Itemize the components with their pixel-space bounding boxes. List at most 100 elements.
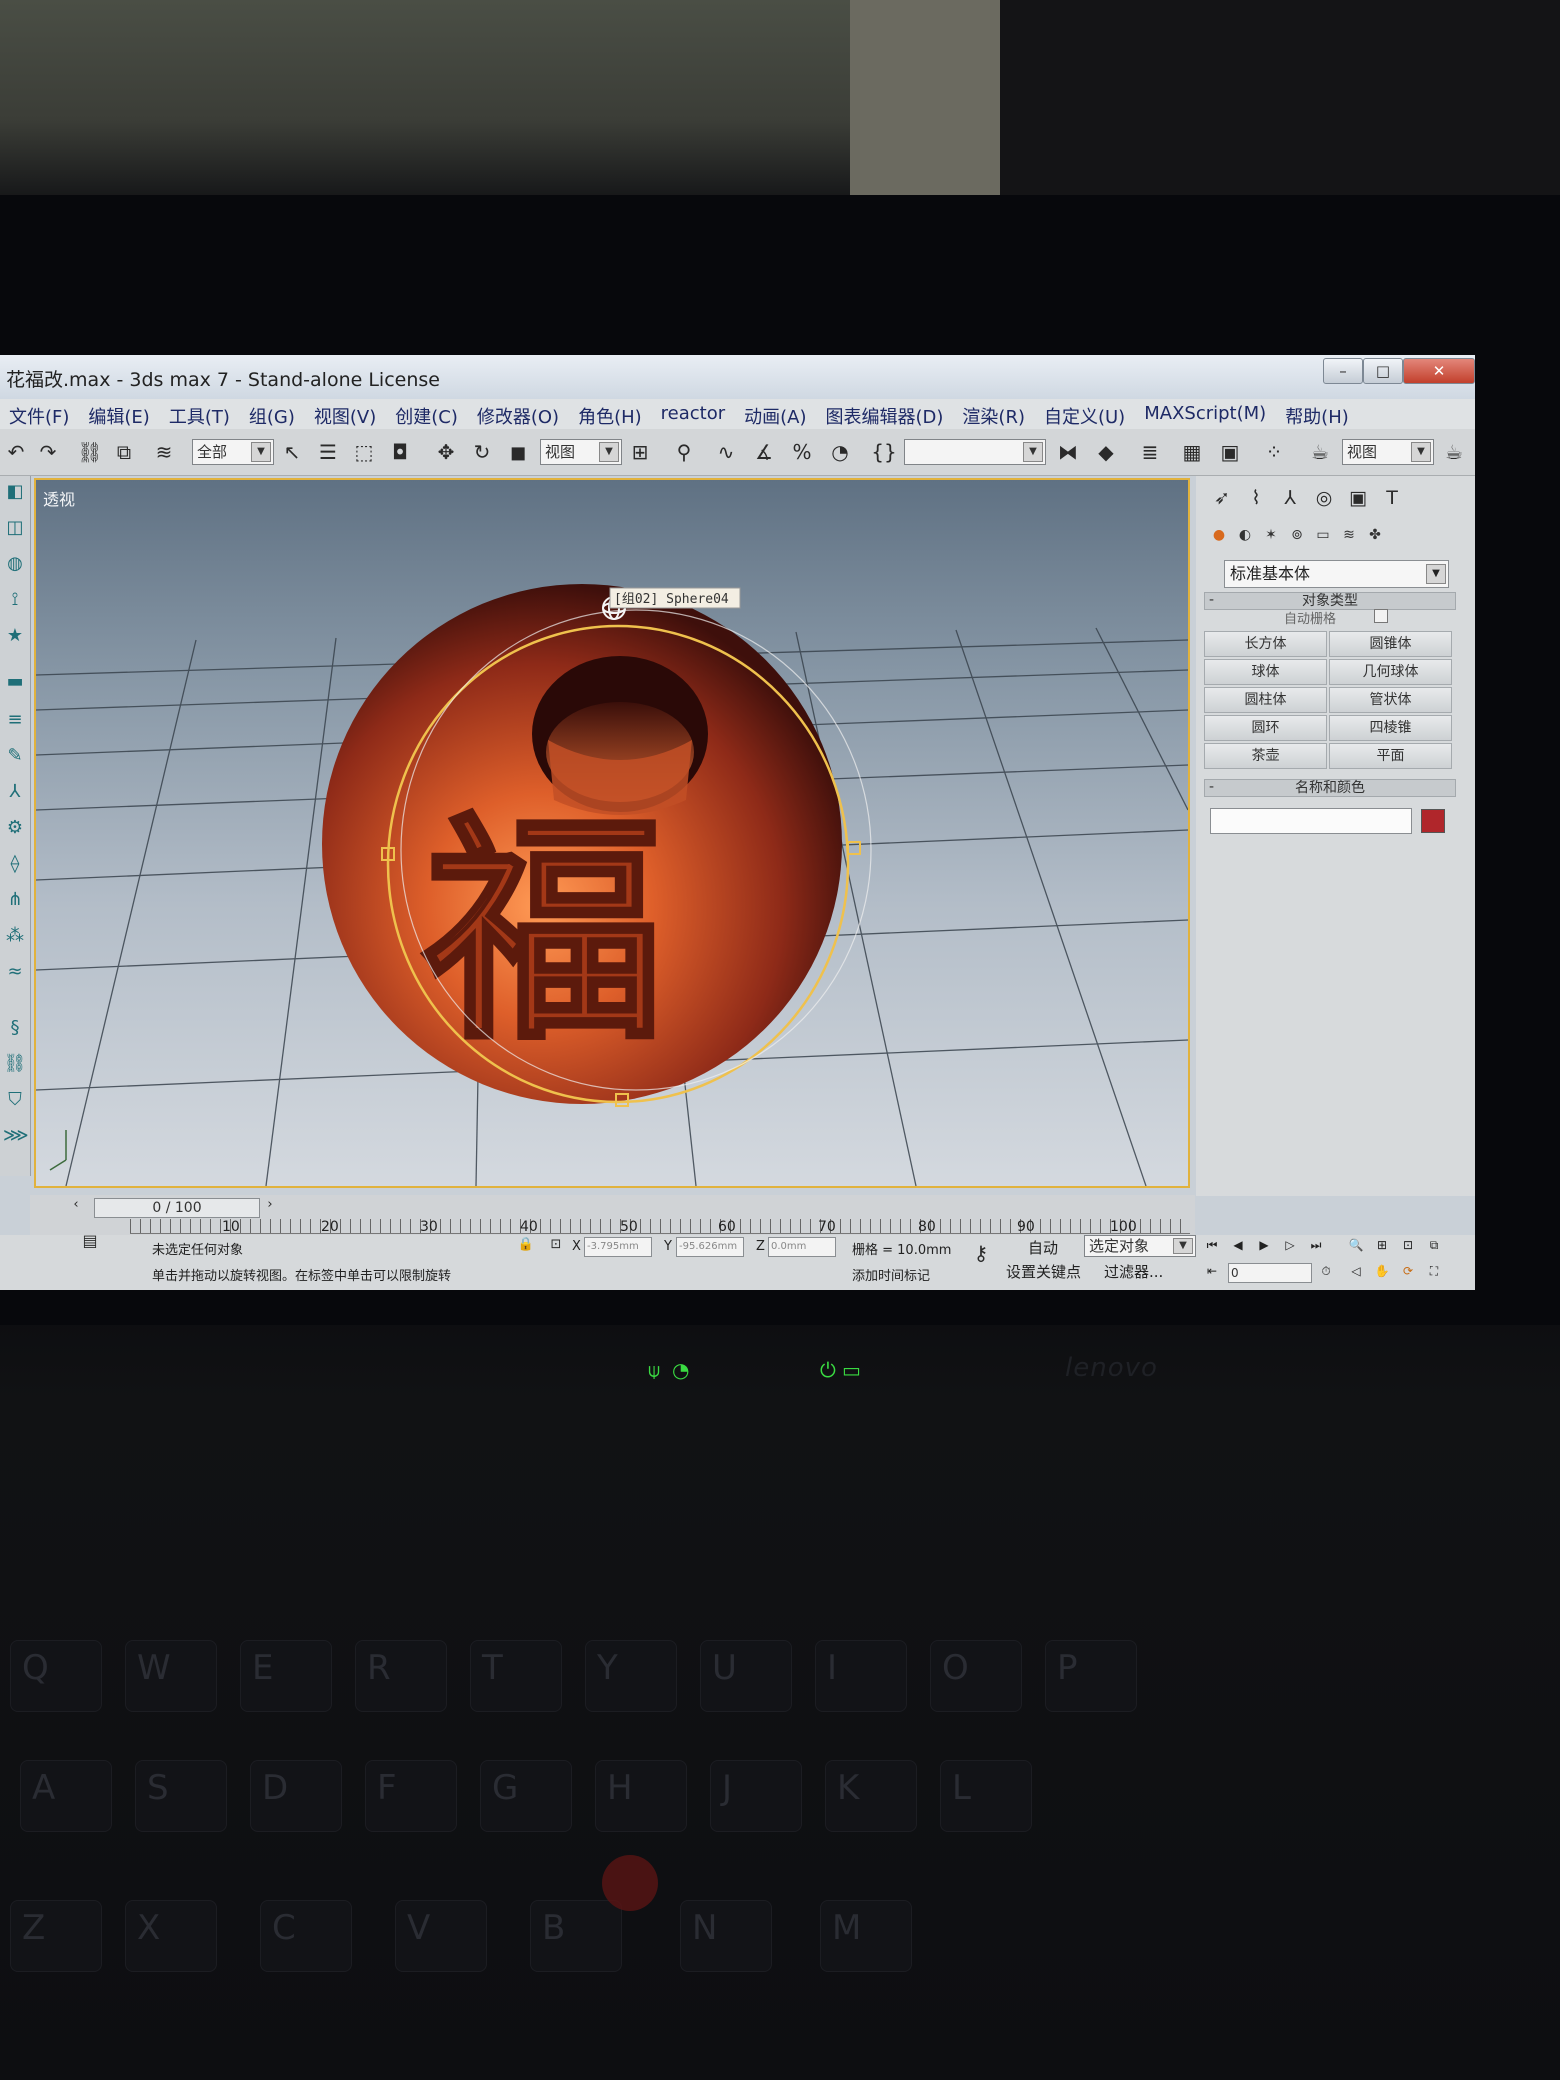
reference-coordinate-dropdown[interactable]: 视图 ▼ <box>540 439 622 465</box>
add-time-tag[interactable]: 添加时间标记 <box>852 1265 930 1284</box>
perspective-viewport[interactable]: 透视 福 [组02] Sphere04 <box>34 478 1190 1188</box>
cylinder-button[interactable]: 圆柱体 <box>1204 687 1327 713</box>
bone-icon[interactable]: ⟠ <box>3 852 27 876</box>
geometry-icon[interactable]: ● <box>1208 524 1230 546</box>
bind-space-warp-icon[interactable]: ≋ <box>150 438 178 466</box>
auto-key-button[interactable]: 自动 <box>1028 1237 1058 1258</box>
menu-graph-editors[interactable]: 图表编辑器(D) <box>817 399 954 429</box>
torus-button[interactable]: 圆环 <box>1204 715 1327 741</box>
set-key-button[interactable]: 设置关键点 <box>1006 1261 1081 1282</box>
align-icon[interactable]: ◆ <box>1092 438 1120 466</box>
display-tab-icon[interactable]: ▣ <box>1344 484 1372 512</box>
cameras-icon[interactable]: ⊚ <box>1286 524 1308 546</box>
time-slider[interactable]: 0 / 100 <box>94 1198 260 1218</box>
layer-manager-icon[interactable]: ≣ <box>1136 438 1164 466</box>
bucket-icon[interactable]: ⛉ <box>3 1088 27 1112</box>
render-view-dropdown[interactable]: 视图 ▼ <box>1342 439 1434 465</box>
sphere-button[interactable]: 球体 <box>1204 659 1327 685</box>
edit-named-selection-icon[interactable]: {} <box>870 438 898 466</box>
select-object-icon[interactable]: ↖ <box>278 438 306 466</box>
pivot-center-icon[interactable]: ⊞ <box>626 438 654 466</box>
next-frame-icon[interactable]: ▷ <box>1280 1235 1300 1255</box>
undo-icon[interactable]: ↶ <box>2 438 30 466</box>
modify-tab-icon[interactable]: ⌇ <box>1242 484 1270 512</box>
quick-render-icon[interactable]: ☕ <box>1440 438 1468 466</box>
manipulate-icon[interactable]: ⚲ <box>670 438 698 466</box>
menu-modifiers[interactable]: 修改器(O) <box>468 399 569 429</box>
maximize-viewport-icon[interactable]: ⛶ <box>1424 1261 1444 1281</box>
unlink-icon[interactable]: ⧉ <box>110 438 138 466</box>
move-icon[interactable]: ✥ <box>432 438 460 466</box>
menu-tools[interactable]: 工具(T) <box>160 399 240 429</box>
menu-reactor[interactable]: reactor <box>652 399 735 429</box>
space-warps-icon[interactable]: ≋ <box>1338 524 1360 546</box>
selection-filter-dropdown[interactable]: 全部 ▼ <box>192 439 274 465</box>
hierarchy-tab-icon[interactable]: ⅄ <box>1276 484 1304 512</box>
light-icon[interactable]: ⟟ <box>3 588 27 612</box>
slider-left-arrow-icon[interactable]: ‹ <box>66 1195 86 1215</box>
window-crossing-icon[interactable]: ◘ <box>386 438 414 466</box>
shapes-icon[interactable]: ◐ <box>1234 524 1256 546</box>
helpers-icon[interactable]: ▭ <box>1312 524 1334 546</box>
pencil-icon[interactable]: ✎ <box>3 744 27 768</box>
motion-tab-icon[interactable]: ◎ <box>1310 484 1338 512</box>
schematic-view-icon[interactable]: ▣ <box>1216 438 1244 466</box>
select-and-link-icon[interactable]: ⛓ <box>76 438 104 466</box>
menu-group[interactable]: 组(G) <box>240 399 305 429</box>
tripod-icon[interactable]: ⋔ <box>3 888 27 912</box>
plane-button[interactable]: 平面 <box>1329 743 1452 769</box>
zoom-extents-all-icon[interactable]: ⧉ <box>1424 1235 1444 1255</box>
chain-icon[interactable]: ⛓ <box>3 1052 27 1076</box>
gear-icon[interactable]: ⚙ <box>3 816 27 840</box>
lock-icon[interactable]: 🔒 <box>516 1235 536 1255</box>
menu-help[interactable]: 帮助(H) <box>1276 399 1359 429</box>
play-icon[interactable]: ▶ <box>1254 1235 1274 1255</box>
menu-maxscript[interactable]: MAXScript(M) <box>1135 399 1276 429</box>
rectangular-selection-icon[interactable]: ⬚ <box>350 438 378 466</box>
field-of-view-icon[interactable]: ◁ <box>1346 1261 1366 1281</box>
box-button[interactable]: 长方体 <box>1204 631 1327 657</box>
close-button[interactable]: ✕ <box>1403 358 1475 384</box>
key-filter-dropdown[interactable]: 选定对象 ▼ <box>1084 1235 1196 1257</box>
geosphere-button[interactable]: 几何球体 <box>1329 659 1452 685</box>
zoom-icon[interactable]: 🔍 <box>1346 1235 1366 1255</box>
menu-animation[interactable]: 动画(A) <box>735 399 816 429</box>
curve-editor-icon[interactable]: ▦ <box>1178 438 1206 466</box>
zoom-extents-icon[interactable]: ⊡ <box>1398 1235 1418 1255</box>
menu-character[interactable]: 角色(H) <box>569 399 652 429</box>
create-tab-icon[interactable]: ➶ <box>1208 484 1236 512</box>
material-editor-icon[interactable]: ⁘ <box>1260 438 1288 466</box>
zoom-all-icon[interactable]: ⊞ <box>1372 1235 1392 1255</box>
maxscript-listener-icon[interactable]: ▤ <box>78 1229 102 1253</box>
lights-icon[interactable]: ✶ <box>1260 524 1282 546</box>
go-to-end-icon[interactable]: ⏭ <box>1306 1235 1326 1255</box>
arc-rotate-icon[interactable]: ⟳ <box>1398 1261 1418 1281</box>
key-mode-icon[interactable]: ⇤ <box>1202 1261 1222 1281</box>
menu-customize[interactable]: 自定义(U) <box>1035 399 1135 429</box>
utilities-tab-icon[interactable]: T <box>1378 484 1406 512</box>
cylinder-icon[interactable]: ◫ <box>3 516 27 540</box>
pan-icon[interactable]: ✋ <box>1372 1261 1392 1281</box>
x-coordinate-field[interactable]: -3.795mm <box>584 1237 652 1257</box>
teapot-button[interactable]: 茶壶 <box>1204 743 1327 769</box>
object-name-field[interactable] <box>1210 808 1412 834</box>
snaps-toggle-icon[interactable]: ∿ <box>712 438 740 466</box>
mirror-icon[interactable]: ⧓ <box>1054 438 1082 466</box>
name-and-color-rollout[interactable]: - 名称和颜色 <box>1204 779 1456 797</box>
minimize-button[interactable]: – <box>1323 358 1363 384</box>
render-scene-icon[interactable]: ☕ <box>1306 438 1334 466</box>
key-filters-button[interactable]: 过滤器... <box>1104 1261 1163 1282</box>
sphere-icon[interactable]: ◍ <box>3 552 27 576</box>
tube-button[interactable]: 管状体 <box>1329 687 1452 713</box>
particle-icon[interactable]: ⁂ <box>3 924 27 948</box>
select-by-name-icon[interactable]: ☰ <box>314 438 342 466</box>
systems-icon[interactable]: ✤ <box>1364 524 1386 546</box>
panel-icon[interactable]: ▬ <box>3 670 27 694</box>
named-selection-sets-dropdown[interactable]: ▼ <box>904 439 1046 465</box>
y-coordinate-field[interactable]: -95.626mm <box>676 1237 744 1257</box>
menu-views[interactable]: 视图(V) <box>305 399 386 429</box>
previous-frame-icon[interactable]: ◀ <box>1228 1235 1248 1255</box>
geometry-category-dropdown[interactable]: 标准基本体 ▼ <box>1224 560 1449 588</box>
percent-snap-icon[interactable]: % <box>788 438 816 466</box>
spring-icon[interactable]: § <box>3 1016 27 1040</box>
